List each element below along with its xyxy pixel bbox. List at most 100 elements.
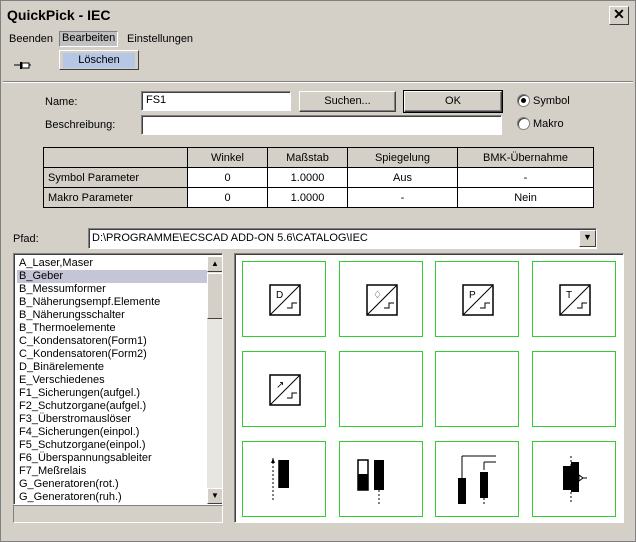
radio-symbol-label: Symbol: [533, 95, 570, 107]
cell-winkel[interactable]: 0: [187, 167, 268, 188]
close-button[interactable]: ✕: [609, 6, 629, 25]
symbol-cell[interactable]: ↗: [242, 351, 326, 427]
radio-macro[interactable]: [517, 117, 530, 130]
symbol-cell[interactable]: [435, 351, 519, 427]
list-item[interactable]: B_Näherungsempf.Elemente: [17, 296, 207, 309]
cell-bmk[interactable]: Nein: [457, 187, 594, 208]
path-label: Pfad:: [13, 233, 39, 245]
cell-winkel[interactable]: 0: [187, 187, 268, 208]
list-item[interactable]: C_Kondensatoren(Form2): [17, 348, 207, 361]
list-item[interactable]: B_Näherungsschalter: [17, 309, 207, 322]
radio-dot: [521, 98, 526, 103]
list-item[interactable]: F7_Meßrelais: [17, 465, 207, 478]
list-item[interactable]: F1_Sicherungen(aufgel.): [17, 387, 207, 400]
vertical-scrollbar[interactable]: ▲ ▼: [207, 256, 222, 504]
parameter-table: Winkel Maßstab Spiegelung BMK-Übernahme …: [43, 147, 594, 208]
title-bar: QuickPick - IEC ✕: [1, 1, 635, 29]
symbol-cell[interactable]: ♢: [339, 261, 423, 337]
symbol-letter: P: [469, 290, 476, 301]
symbol-graphic: D: [269, 284, 301, 316]
symbol-graphic: [563, 456, 587, 504]
list-item[interactable]: E_Verschiedenes: [17, 374, 207, 387]
list-item[interactable]: C_Kondensatoren(Form1): [17, 335, 207, 348]
row-label: Symbol Parameter: [43, 167, 188, 188]
cell-spiegelung[interactable]: Aus: [347, 167, 458, 188]
symbol-grid: D ♢ P T ↗: [234, 253, 624, 523]
symbol-cell[interactable]: [532, 441, 616, 517]
list-item[interactable]: B_Thermoelemente: [17, 322, 207, 335]
list-item[interactable]: F4_Sicherungen(einpol.): [17, 426, 207, 439]
table-header: [43, 147, 188, 168]
menu-beenden[interactable]: Beenden: [7, 32, 55, 48]
symbol-graphic: P: [462, 284, 494, 316]
description-input[interactable]: [141, 115, 502, 135]
list-item[interactable]: B_Geber: [17, 270, 207, 283]
cell-massstab[interactable]: 1.0000: [267, 167, 348, 188]
table-header: Maßstab: [267, 147, 348, 168]
path-combobox[interactable]: D:\PROGRAMME\ECSCAD ADD-ON 5.6\CATALOG\I…: [88, 228, 597, 249]
list-item[interactable]: F6_Überspannungsableiter: [17, 452, 207, 465]
list-item[interactable]: B_Messumformer: [17, 283, 207, 296]
bearbeiten-dropdown: Löschen: [59, 50, 139, 70]
status-bar: [3, 525, 633, 539]
symbol-letter: T: [566, 290, 572, 301]
list-item[interactable]: G_Generatoren(ruh.): [17, 491, 207, 504]
name-input[interactable]: FS1: [141, 91, 291, 111]
separator: [3, 81, 633, 83]
symbol-cell[interactable]: [532, 351, 616, 427]
chevron-down-icon[interactable]: ▼: [579, 230, 596, 247]
category-list[interactable]: A_Laser,Maser B_Geber B_Messumformer B_Nähe…: [13, 253, 223, 505]
menu-item-loeschen[interactable]: Löschen: [63, 53, 135, 68]
list-item[interactable]: D_Binärelemente: [17, 361, 207, 374]
table-header: Winkel: [187, 147, 268, 168]
table-row: Makro Parameter 0 1.0000 - Nein: [43, 187, 594, 208]
symbol-cell[interactable]: [242, 441, 326, 517]
list-item[interactable]: F3_Überstromauslöser: [17, 413, 207, 426]
symbol-graphic: [357, 459, 384, 504]
symbol-graphic: [458, 455, 496, 506]
symbol-cell[interactable]: [339, 441, 423, 517]
name-label: Name:: [45, 96, 78, 108]
horizontal-scrollbar[interactable]: [13, 505, 223, 523]
symbol-cell[interactable]: T: [532, 261, 616, 337]
search-button[interactable]: Suchen...: [299, 91, 396, 112]
row-label: Makro Parameter: [43, 187, 188, 208]
symbol-letter: D: [276, 290, 283, 301]
radio-macro-label: Makro: [533, 118, 564, 130]
symbol-cell[interactable]: P: [435, 261, 519, 337]
window-title: QuickPick - IEC: [7, 7, 111, 23]
symbol-graphic: [271, 458, 289, 500]
cell-massstab[interactable]: 1.0000: [267, 187, 348, 208]
list-item[interactable]: G_Generatoren(rot.): [17, 478, 207, 491]
description-label: Beschreibung:: [45, 119, 116, 131]
ok-button[interactable]: OK: [403, 90, 503, 113]
radio-symbol[interactable]: [517, 94, 530, 107]
list-item[interactable]: F5_Schutzorgane(einpol.): [17, 439, 207, 452]
symbol-letter: ↗: [276, 380, 284, 391]
list-item[interactable]: A_Laser,Maser: [17, 257, 207, 270]
symbol-graphic: ♢: [366, 284, 398, 316]
symbol-graphic: [340, 352, 424, 428]
table-header-row: Winkel Maßstab Spiegelung BMK-Übernahme: [43, 147, 594, 168]
quickpick-window: QuickPick - IEC ✕ Beenden Bearbeiten Ein…: [0, 0, 636, 542]
list-item[interactable]: F2_Schutzorgane(aufgel.): [17, 400, 207, 413]
symbol-cell[interactable]: [339, 351, 423, 427]
symbol-cell[interactable]: [435, 441, 519, 517]
scroll-down-icon[interactable]: ▼: [207, 488, 222, 504]
path-value: D:\PROGRAMME\ECSCAD ADD-ON 5.6\CATALOG\I…: [92, 232, 368, 244]
symbol-graphic: ↗: [269, 374, 301, 406]
cell-bmk[interactable]: -: [457, 167, 594, 188]
symbol-letter: ♢: [373, 290, 382, 301]
table-header: Spiegelung: [347, 147, 458, 168]
symbol-cell[interactable]: D: [242, 261, 326, 337]
table-header: BMK-Übernahme: [457, 147, 594, 168]
pin-icon[interactable]: [13, 58, 33, 72]
scroll-up-icon[interactable]: ▲: [207, 256, 222, 272]
menu-einstellungen[interactable]: Einstellungen: [125, 32, 195, 48]
menu-bar: Beenden Bearbeiten Einstellungen: [1, 29, 635, 49]
scroll-thumb[interactable]: [207, 273, 222, 319]
menu-bearbeiten[interactable]: Bearbeiten: [59, 31, 119, 47]
symbol-graphic: [533, 352, 617, 428]
cell-spiegelung[interactable]: -: [347, 187, 458, 208]
symbol-graphic: T: [559, 284, 591, 316]
